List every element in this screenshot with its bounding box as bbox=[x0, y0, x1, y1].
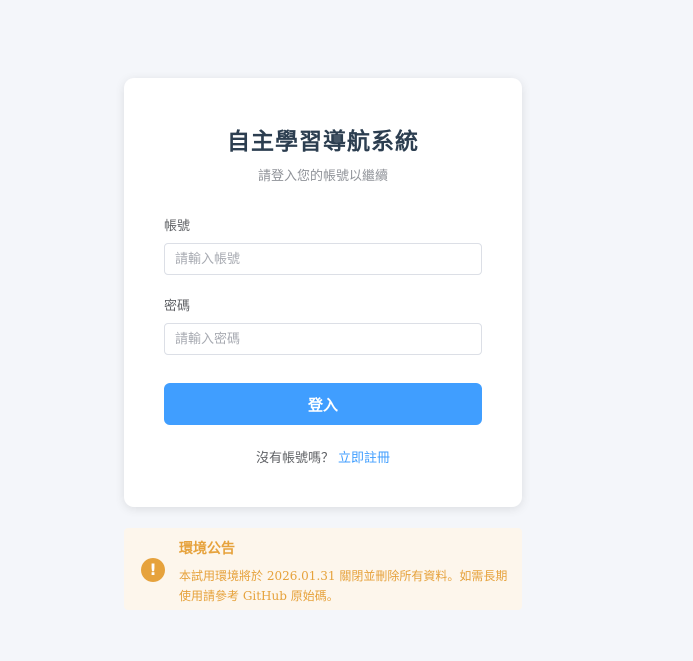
notice-title: 環境公告 bbox=[179, 541, 235, 557]
password-input[interactable] bbox=[164, 323, 482, 355]
exclamation-icon: ! bbox=[141, 558, 165, 582]
page-title: 自主學習導航系統 bbox=[227, 129, 419, 155]
environment-notice: ! 環境公告 本試用環境將於 2026.01.31 關閉並刪除所有資料。如需長期… bbox=[124, 528, 522, 610]
username-input[interactable] bbox=[164, 243, 482, 275]
password-label: 密碼 bbox=[164, 299, 191, 314]
notice-body: 本試用環境將於 2026.01.31 關閉並刪除所有資料。如需長期使用請參考 G… bbox=[179, 569, 508, 603]
register-link[interactable]: 立即註冊 bbox=[338, 451, 390, 466]
register-prompt: 沒有帳號嗎？ bbox=[255, 451, 334, 466]
page-subtitle: 請登入您的帳號以繼續 bbox=[257, 169, 388, 184]
username-label: 帳號 bbox=[164, 219, 191, 234]
login-card: 自主學習導航系統 請登入您的帳號以繼續 帳號 密碼 登入 沒有帳號嗎？ 立即註冊 bbox=[124, 78, 522, 507]
login-button[interactable]: 登入 bbox=[164, 383, 482, 425]
register-row: 沒有帳號嗎？ 立即註冊 bbox=[124, 447, 522, 466]
